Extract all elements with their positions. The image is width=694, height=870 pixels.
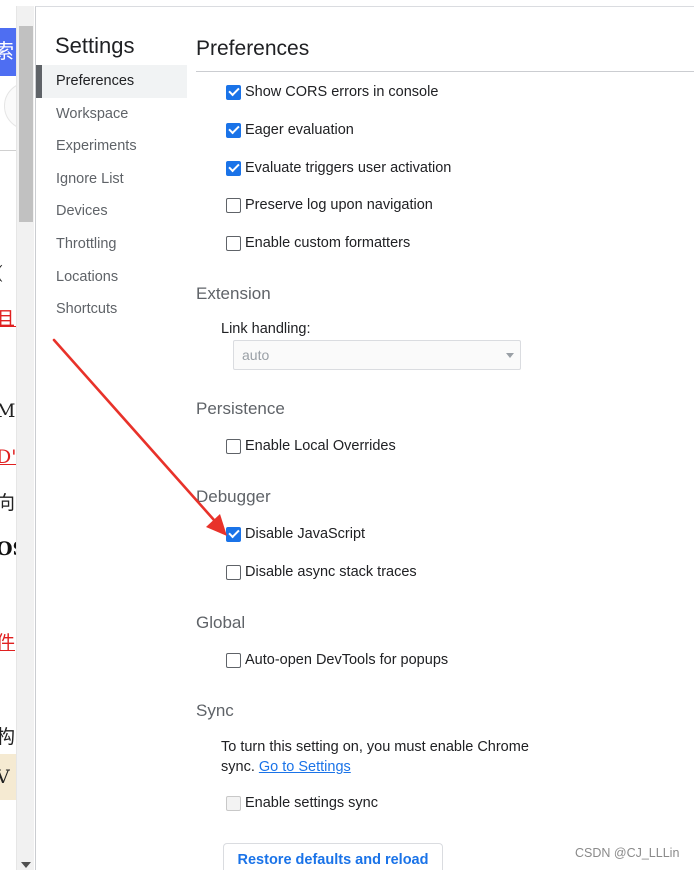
disable-javascript-checkbox[interactable]: Disable JavaScript — [226, 524, 365, 544]
background-link-fragment: D" — [0, 446, 16, 468]
background-page: 索 ( 且: MO D" 向 OS 件 构 V — [0, 0, 16, 870]
background-text-fragment: OS — [0, 538, 16, 560]
checkbox-label: Enable settings sync — [245, 795, 378, 811]
settings-sidebar: Settings Preferences Workspace Experimen… — [36, 7, 187, 870]
section-heading-global: Global — [196, 613, 246, 632]
checkbox-label: Disable async stack traces — [245, 564, 417, 580]
checkbox-checked-icon[interactable] — [226, 84, 241, 100]
sync-message: To turn this setting on, you must enable… — [221, 737, 551, 777]
nav-item-experiments[interactable]: Experiments — [36, 130, 187, 163]
settings-title: Settings — [55, 33, 135, 58]
checkbox-checked-icon[interactable] — [226, 160, 241, 176]
checkbox-unchecked-icon[interactable] — [226, 564, 241, 580]
evaluate-triggers-user-activation-checkbox[interactable]: Evaluate triggers user activation — [226, 158, 451, 178]
go-to-settings-link[interactable]: Go to Settings — [259, 759, 351, 775]
disable-async-stack-traces-checkbox[interactable]: Disable async stack traces — [226, 562, 417, 582]
enable-custom-formatters-checkbox[interactable]: Enable custom formatters — [226, 233, 410, 253]
preferences-panel: Preferences Show CORS errors in console … — [196, 7, 694, 870]
preserve-log-checkbox[interactable]: Preserve log upon navigation — [226, 195, 433, 215]
section-heading-persistence: Persistence — [196, 399, 285, 418]
checkbox-label: Evaluate triggers user activation — [245, 160, 452, 176]
checkbox-label: Eager evaluation — [245, 122, 354, 138]
background-text-fragment: 向 — [0, 492, 16, 514]
checkbox-label: Show CORS errors in console — [245, 84, 439, 100]
checkbox-unchecked-icon[interactable] — [226, 438, 241, 454]
nav-item-devices[interactable]: Devices — [36, 195, 187, 228]
nav-item-throttling[interactable]: Throttling — [36, 228, 187, 261]
scroll-down-arrow-icon[interactable] — [21, 862, 31, 868]
watermark: CSDN @CJ_LLLin — [575, 846, 680, 860]
background-text-fragment: MO — [0, 400, 16, 422]
nav-item-shortcuts[interactable]: Shortcuts — [36, 293, 187, 326]
auto-open-devtools-checkbox[interactable]: Auto-open DevTools for popups — [226, 650, 448, 670]
page-title: Preferences — [196, 37, 310, 60]
checkbox-checked-icon[interactable] — [226, 526, 241, 542]
checkbox-checked-icon[interactable] — [226, 122, 241, 138]
enable-settings-sync-checkbox: Enable settings sync — [226, 793, 378, 813]
section-heading-extension: Extension — [196, 284, 271, 303]
checkbox-disabled-icon — [226, 795, 241, 811]
checkbox-unchecked-icon[interactable] — [226, 235, 241, 251]
page-scrollbar[interactable] — [16, 6, 34, 870]
nav-item-ignore-list[interactable]: Ignore List — [36, 163, 187, 196]
enable-local-overrides-checkbox[interactable]: Enable Local Overrides — [226, 436, 396, 456]
checkbox-label: Enable custom formatters — [245, 235, 411, 251]
nav-item-workspace[interactable]: Workspace — [36, 98, 187, 131]
background-link-fragment: 件 — [0, 632, 16, 654]
link-handling-label: Link handling: — [221, 321, 311, 337]
checkbox-unchecked-icon[interactable] — [226, 652, 241, 668]
eager-evaluation-checkbox[interactable]: Eager evaluation — [226, 120, 354, 140]
background-divider — [0, 150, 16, 151]
nav-item-preferences[interactable]: Preferences — [36, 65, 187, 98]
link-handling-select[interactable]: auto — [233, 340, 521, 370]
link-handling-value: auto — [242, 347, 270, 363]
chevron-down-icon — [506, 353, 514, 358]
background-text-fragment: 构 — [0, 726, 16, 748]
scrollbar-thumb[interactable] — [19, 26, 33, 222]
background-text-fragment: V — [0, 766, 10, 788]
background-circle — [4, 82, 16, 130]
checkbox-label: Enable Local Overrides — [245, 438, 396, 454]
checkbox-label: Disable JavaScript — [245, 526, 366, 542]
section-heading-sync: Sync — [196, 701, 234, 720]
checkbox-label: Preserve log upon navigation — [245, 197, 433, 213]
checkbox-label: Auto-open DevTools for popups — [245, 652, 449, 668]
background-search-button: 索 — [0, 28, 16, 76]
background-text-fragment: ( — [0, 262, 3, 284]
nav-item-locations[interactable]: Locations — [36, 261, 187, 294]
checkbox-unchecked-icon[interactable] — [226, 197, 241, 213]
title-divider — [196, 71, 694, 72]
restore-defaults-button[interactable]: Restore defaults and reload — [223, 843, 443, 870]
show-cors-errors-checkbox[interactable]: Show CORS errors in console — [226, 82, 438, 102]
devtools-settings-pane: Settings Preferences Workspace Experimen… — [35, 6, 694, 870]
background-link-fragment: 且: — [0, 308, 16, 330]
section-heading-debugger: Debugger — [196, 487, 271, 506]
settings-nav: Preferences Workspace Experiments Ignore… — [36, 65, 187, 326]
